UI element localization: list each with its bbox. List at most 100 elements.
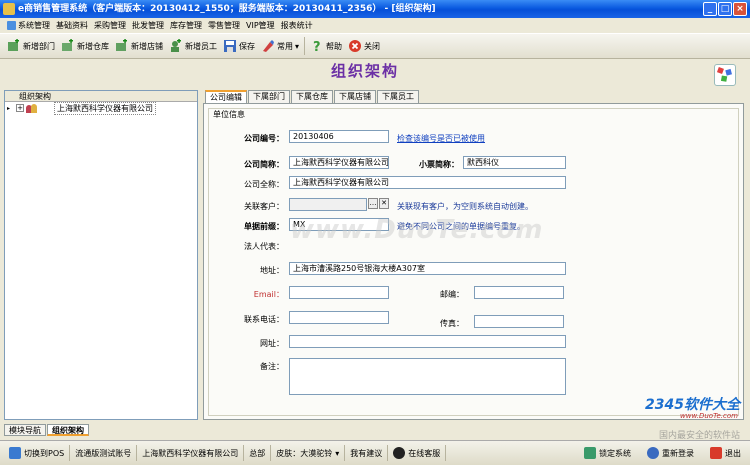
group-title: 单位信息 xyxy=(211,109,247,120)
menu-reports[interactable]: 报表统计 xyxy=(278,18,316,32)
status-label: 在线客服 xyxy=(408,448,441,458)
full-name-input[interactable]: 上海默西科学仪器有限公司 xyxy=(289,176,566,189)
toolbar: 新增部门 新增仓库 新增店铺 新增员工 保存 常用 ▾ ? 帮助 关闭 xyxy=(0,33,750,59)
button-label: 新增店铺 xyxy=(131,41,163,51)
save-button[interactable]: 保存 xyxy=(220,35,258,57)
company-code-input[interactable]: 20130406 xyxy=(289,130,389,143)
tab-company-edit[interactable]: 公司编辑 xyxy=(205,90,247,104)
feedback-button[interactable]: 我有建议 xyxy=(345,445,389,461)
tab-departments[interactable]: 下属部门 xyxy=(248,90,290,103)
tab-stores[interactable]: 下属店铺 xyxy=(334,90,376,103)
tab-employees[interactable]: 下属员工 xyxy=(377,90,419,103)
status-label: 皮肤：大漠驼铃 xyxy=(276,448,333,458)
dept-status: 总部 xyxy=(244,445,272,461)
short-name-input[interactable]: 上海默西科学仪器有限公司 xyxy=(289,156,389,169)
remark-textarea[interactable] xyxy=(289,358,566,395)
add-store-icon xyxy=(116,39,127,51)
menu-purchase[interactable]: 采购管理 xyxy=(91,18,129,32)
menu-retail[interactable]: 零售管理 xyxy=(205,18,243,32)
help-button[interactable]: ? 帮助 xyxy=(307,35,345,57)
add-store-button[interactable]: 新增店铺 xyxy=(112,35,166,57)
tab-org-structure[interactable]: 组织架构 xyxy=(47,424,89,436)
menu-label: 报表统计 xyxy=(280,20,313,30)
tree-node-root[interactable]: ▸ + 上海默西科学仪器有限公司 xyxy=(5,101,197,115)
remark-label: 备注： xyxy=(260,362,284,371)
relogin-button[interactable]: 重新登录 xyxy=(642,445,699,461)
close-icon xyxy=(349,40,362,52)
status-label: 总部 xyxy=(249,448,266,458)
fax-input[interactable] xyxy=(474,315,564,328)
close-button[interactable]: 关闭 xyxy=(345,35,383,57)
fax-label: 传真： xyxy=(440,319,464,328)
lock-system-button[interactable]: 锁定系统 xyxy=(579,445,636,461)
switch-pos-button[interactable]: 切换到POS xyxy=(4,445,71,461)
menu-bar: 系统管理 基础资料 采购管理 批发管理 库存管理 零售管理 VIP管理 报表统计 xyxy=(0,18,750,32)
menu-system[interactable]: 系统管理 xyxy=(4,18,53,32)
check-code-link[interactable]: 检查该编号是否已被使用 xyxy=(397,133,485,144)
button-label: 常用 xyxy=(277,41,293,51)
pos-icon xyxy=(9,447,21,459)
menu-label: 零售管理 xyxy=(208,20,240,30)
website-label: 网址： xyxy=(260,339,284,348)
help-icon: ? xyxy=(313,40,321,53)
maximize-button[interactable]: □ xyxy=(718,2,732,16)
tab-module-nav[interactable]: 模块导航 xyxy=(4,424,46,436)
status-label: 退出 xyxy=(725,448,741,458)
exit-icon xyxy=(710,447,722,459)
ticket-name-input[interactable]: 默西科仪 xyxy=(463,156,566,169)
button-label: 新增员工 xyxy=(185,41,217,51)
menu-inventory[interactable]: 库存管理 xyxy=(167,18,205,32)
address-input[interactable]: 上海市漕溪路250号银海大楼A307室 xyxy=(289,262,566,275)
full-name-label: 公司全称： xyxy=(244,180,284,189)
skin-dropdown[interactable]: 皮肤：大漠驼铃 ▾ xyxy=(271,445,346,461)
relogin-icon xyxy=(647,447,659,459)
phone-input[interactable] xyxy=(289,311,389,324)
button-label: 保存 xyxy=(239,41,255,51)
watermark-text: www.DuoTe.com xyxy=(290,215,544,245)
website-input[interactable] xyxy=(289,335,566,348)
customer-browse-button[interactable]: … xyxy=(368,198,378,209)
customer-clear-button[interactable]: ✕ xyxy=(379,198,389,209)
tree-node-label[interactable]: 上海默西科学仪器有限公司 xyxy=(54,101,157,115)
button-label: 关闭 xyxy=(364,41,381,51)
unit-info-group: 单位信息 公司编号： 20130406 检查该编号是否已被使用 公司简称： 上海… xyxy=(208,108,739,416)
ticket-name-label: 小票简称： xyxy=(419,160,459,169)
qq-icon xyxy=(393,447,406,459)
add-department-button[interactable]: 新增部门 xyxy=(4,35,58,57)
menu-basic-data[interactable]: 基础资料 xyxy=(53,18,91,32)
email-input[interactable] xyxy=(289,286,389,299)
close-window-button[interactable]: × xyxy=(733,2,747,16)
menu-wholesale[interactable]: 批发管理 xyxy=(129,18,167,32)
add-employee-button[interactable]: 新增员工 xyxy=(166,35,220,57)
button-label: 帮助 xyxy=(326,41,343,51)
exit-button[interactable]: 退出 xyxy=(705,445,746,461)
add-employee-icon xyxy=(171,39,181,52)
status-label: 重新登录 xyxy=(662,448,694,458)
company-edit-panel: 单位信息 公司编号： 20130406 检查该编号是否已被使用 公司简称： 上海… xyxy=(203,103,744,420)
org-tree-panel: 组织架构 ▸ + 上海默西科学仪器有限公司 xyxy=(4,90,198,420)
status-bar: 切换到POS 流通版测试账号 上海默西科学仪器有限公司 总部 皮肤：大漠驼铃 ▾ … xyxy=(0,440,750,465)
common-dropdown-button[interactable]: 常用 ▾ xyxy=(258,35,302,57)
title-bar: e商销售管理系统（客户端版本：20130412_1550；服务端版本：20130… xyxy=(0,0,750,18)
status-label: 锁定系统 xyxy=(599,448,631,458)
support-button[interactable]: 在线客服 xyxy=(388,445,447,461)
short-name-label: 公司简称： xyxy=(244,160,284,169)
menu-label: 采购管理 xyxy=(94,20,126,30)
menu-vip[interactable]: VIP管理 xyxy=(243,18,278,32)
brand-logo: 2345软件大全 xyxy=(645,394,740,414)
customer-input[interactable] xyxy=(289,198,367,211)
minimize-button[interactable]: _ xyxy=(703,2,717,16)
account-status: 流通版测试账号 xyxy=(70,445,138,461)
expand-toggle-icon[interactable]: + xyxy=(16,104,25,112)
system-icon xyxy=(7,20,16,30)
add-warehouse-button[interactable]: 新增仓库 xyxy=(58,35,112,57)
button-label: 新增部门 xyxy=(23,41,55,51)
common-icon xyxy=(263,40,274,52)
tab-warehouses[interactable]: 下属仓库 xyxy=(291,90,333,103)
chevron-down-icon: ▾ xyxy=(335,448,340,458)
status-label: 上海默西科学仪器有限公司 xyxy=(142,448,239,458)
zip-input[interactable] xyxy=(474,286,564,299)
app-icon xyxy=(3,3,15,15)
customer-hint: 关联现有客户，为空则系统自动创建。 xyxy=(397,202,533,211)
status-label: 我有建议 xyxy=(350,448,383,458)
